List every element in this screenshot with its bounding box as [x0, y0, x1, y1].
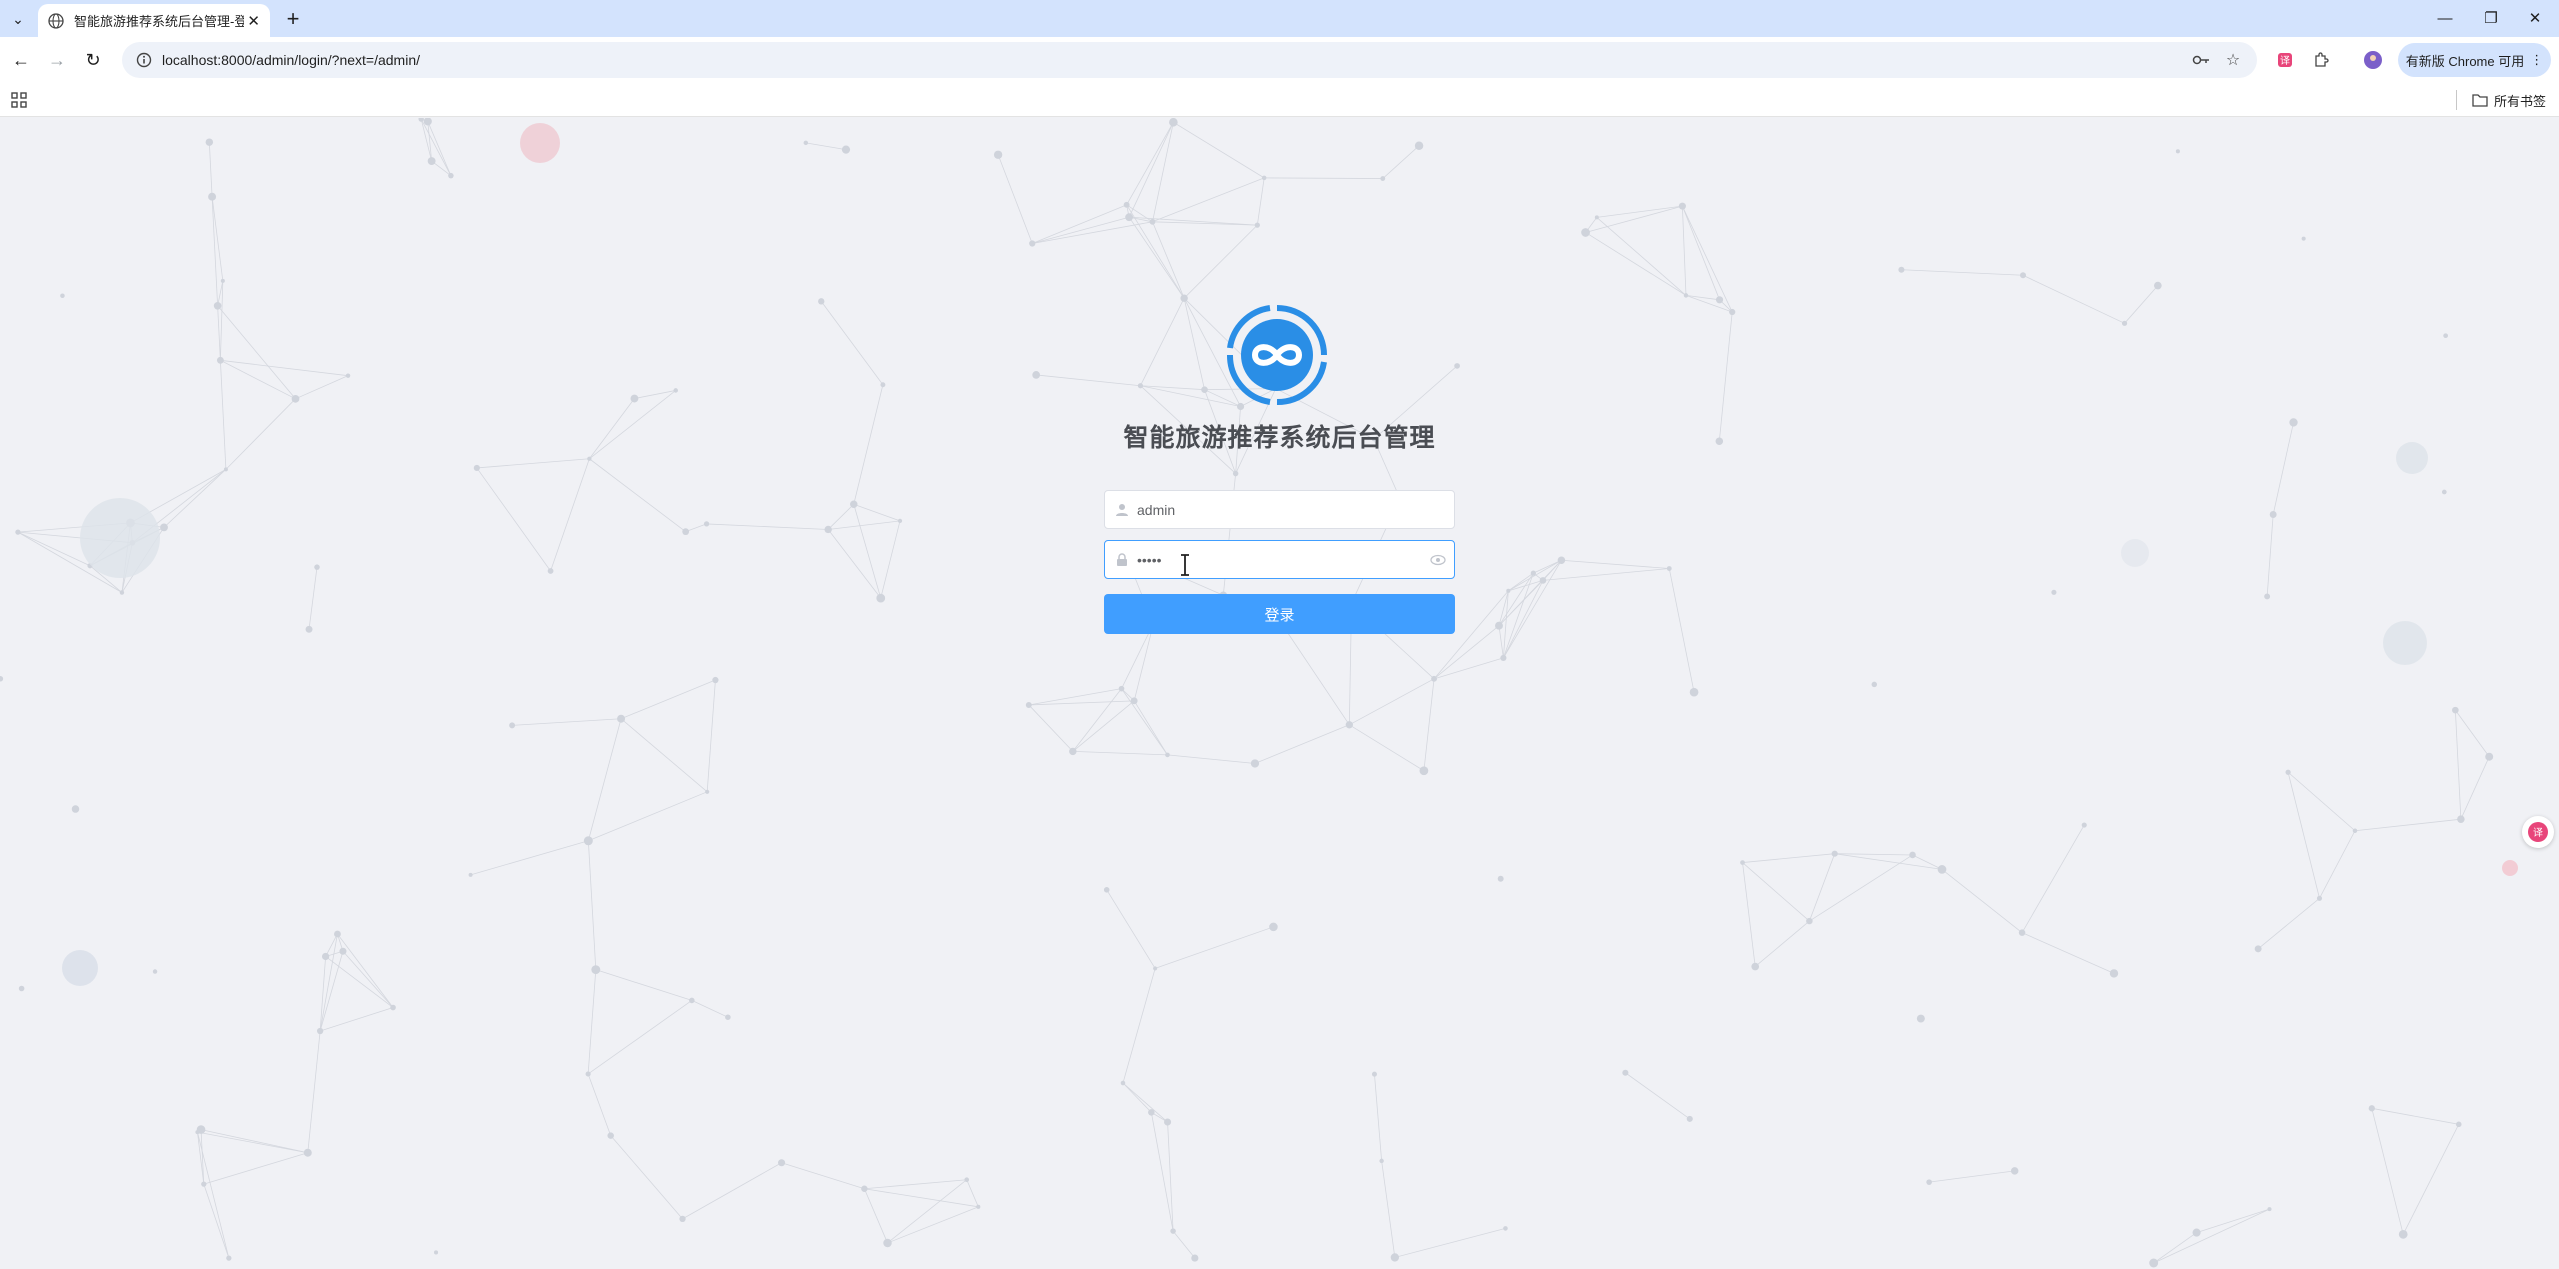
bookmark-star-icon[interactable]: ☆	[2219, 46, 2247, 74]
window-close-icon[interactable]: ✕	[2518, 6, 2552, 30]
new-tab-plus-icon[interactable]: +	[280, 6, 306, 32]
tab-search-chevron-icon[interactable]: ⌄	[6, 8, 30, 30]
forward-arrow-icon[interactable]: →	[44, 47, 70, 73]
apps-grid-icon[interactable]	[10, 91, 28, 109]
url-text: localhost:8000/admin/login/?next=/admin/	[162, 52, 421, 68]
back-arrow-icon[interactable]: ←	[8, 47, 34, 73]
bookmarks-bar: 所有书签	[0, 83, 2559, 117]
password-key-icon[interactable]	[2187, 46, 2215, 74]
username-field[interactable]: admin	[1104, 490, 1455, 529]
restore-icon[interactable]: ❐	[2474, 6, 2508, 30]
background-network-decoration	[0, 118, 2518, 1268]
all-bookmarks-label: 所有书签	[2494, 93, 2547, 109]
globe-icon	[48, 12, 64, 29]
username-value: admin	[1137, 501, 1176, 518]
folder-icon	[2472, 94, 2488, 107]
bookmarks-divider	[2456, 90, 2457, 110]
more-menu-icon: ⋮	[2530, 52, 2544, 67]
close-tab-icon[interactable]: ✕	[247, 12, 260, 30]
reload-icon[interactable]: ↻	[80, 47, 106, 73]
profile-avatar-icon[interactable]	[2359, 46, 2387, 74]
user-icon	[1116, 503, 1128, 516]
chrome-update-button[interactable]: 有新版 Chrome 可用 ⋮	[2398, 43, 2551, 77]
text-cursor-icon	[1181, 554, 1189, 576]
password-field[interactable]: •••••	[1104, 540, 1455, 579]
svg-text:译: 译	[2533, 827, 2543, 839]
extension-icon[interactable]: 译	[2271, 46, 2299, 74]
all-bookmarks-button[interactable]: 所有书签	[2472, 90, 2546, 110]
site-title: 智能旅游推荐系统后台管理	[1123, 423, 1436, 452]
address-bar[interactable]: localhost:8000/admin/login/?next=/admin/	[122, 42, 2257, 78]
infinity-logo-icon	[1226, 305, 1327, 406]
site-info-icon[interactable]	[136, 52, 152, 68]
translate-float-icon[interactable]: 译	[2522, 816, 2554, 848]
puzzle-extensions-icon[interactable]	[2307, 46, 2335, 74]
svg-text:译: 译	[2280, 55, 2290, 67]
update-label: 有新版 Chrome 可用	[2405, 53, 2525, 69]
tab-title: 智能旅游推荐系统后台管理-登录	[74, 14, 244, 29]
browser-tab-strip: ⌄ 智能旅游推荐系统后台管理-登录 ✕ + — ❐ ✕	[0, 0, 2559, 37]
login-button[interactable]: 登录	[1104, 594, 1455, 634]
password-value: •••••	[1137, 551, 1162, 568]
browser-tab[interactable]: 智能旅游推荐系统后台管理-登录 ✕	[38, 4, 270, 37]
login-page: 智能旅游推荐系统后台管理 admin ••••• 登录 译	[0, 118, 2559, 1269]
eye-toggle-icon[interactable]	[1430, 553, 1446, 567]
minimize-icon[interactable]: —	[2428, 6, 2462, 30]
browser-toolbar: ← → ↻ localhost:8000/admin/login/?next=/…	[0, 37, 2559, 83]
lock-icon	[1117, 552, 1127, 566]
